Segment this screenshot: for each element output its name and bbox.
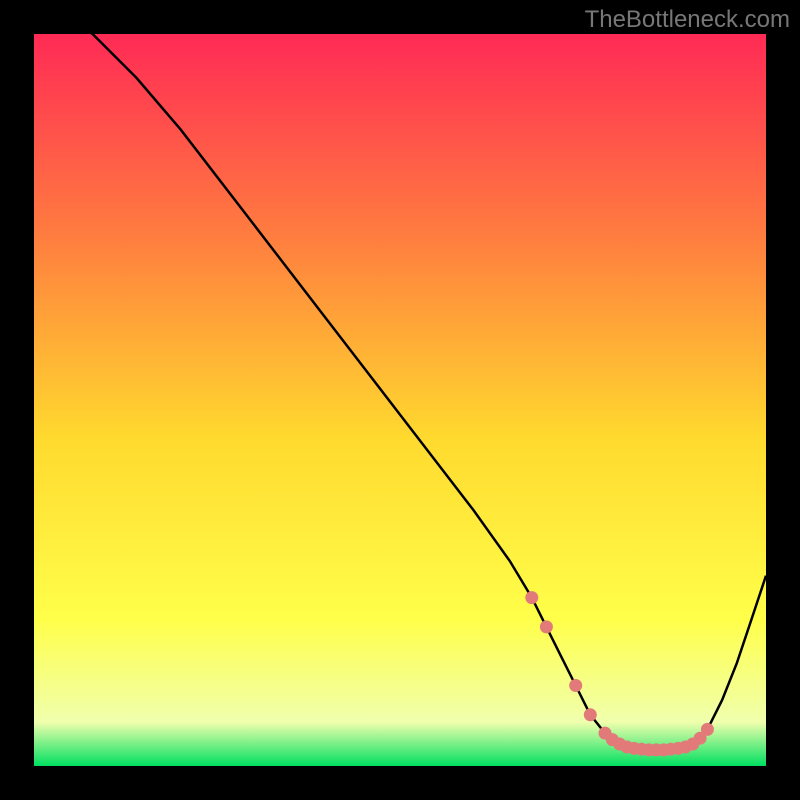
watermark-text: TheBottleneck.com (585, 6, 790, 34)
curve-marker (584, 708, 597, 721)
curve-marker (569, 679, 582, 692)
gradient-background (34, 34, 766, 766)
curve-marker (525, 591, 538, 604)
chart-svg (34, 34, 766, 766)
chart-plot-area (34, 34, 766, 766)
curve-marker (701, 723, 714, 736)
curve-marker (540, 620, 553, 633)
